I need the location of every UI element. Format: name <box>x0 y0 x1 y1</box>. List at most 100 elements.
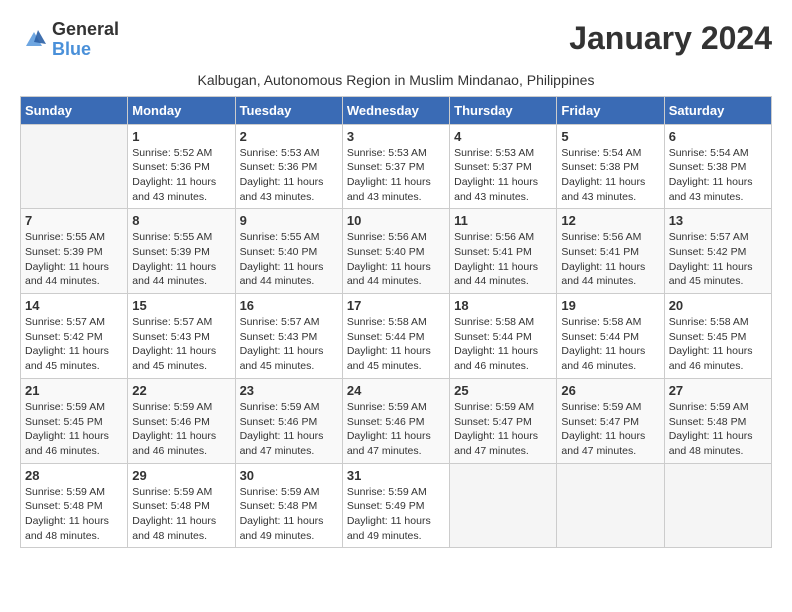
day-info: Sunrise: 5:55 AMSunset: 5:39 PMDaylight:… <box>25 230 123 289</box>
day-info: Sunrise: 5:58 AMSunset: 5:44 PMDaylight:… <box>561 315 659 374</box>
calendar-cell: 2 Sunrise: 5:53 AMSunset: 5:36 PMDaylight… <box>235 124 342 209</box>
column-header-wednesday: Wednesday <box>342 96 449 124</box>
calendar-cell: 8 Sunrise: 5:55 AMSunset: 5:39 PMDaylight… <box>128 209 235 294</box>
column-header-saturday: Saturday <box>664 96 771 124</box>
column-header-tuesday: Tuesday <box>235 96 342 124</box>
day-info: Sunrise: 5:54 AMSunset: 5:38 PMDaylight:… <box>669 146 767 205</box>
day-info: Sunrise: 5:59 AMSunset: 5:46 PMDaylight:… <box>240 400 338 459</box>
day-info: Sunrise: 5:54 AMSunset: 5:38 PMDaylight:… <box>561 146 659 205</box>
day-number: 30 <box>240 468 338 483</box>
column-header-thursday: Thursday <box>450 96 557 124</box>
day-info: Sunrise: 5:56 AMSunset: 5:40 PMDaylight:… <box>347 230 445 289</box>
calendar-title: January 2024 <box>569 20 772 57</box>
day-info: Sunrise: 5:55 AMSunset: 5:40 PMDaylight:… <box>240 230 338 289</box>
calendar-cell: 6 Sunrise: 5:54 AMSunset: 5:38 PMDaylight… <box>664 124 771 209</box>
calendar-cell: 12 Sunrise: 5:56 AMSunset: 5:41 PMDayligh… <box>557 209 664 294</box>
calendar-cell: 26 Sunrise: 5:59 AMSunset: 5:47 PMDayligh… <box>557 378 664 463</box>
day-number: 11 <box>454 213 552 228</box>
day-info: Sunrise: 5:57 AMSunset: 5:42 PMDaylight:… <box>25 315 123 374</box>
day-number: 24 <box>347 383 445 398</box>
day-number: 18 <box>454 298 552 313</box>
calendar-cell: 20 Sunrise: 5:58 AMSunset: 5:45 PMDayligh… <box>664 294 771 379</box>
day-number: 4 <box>454 129 552 144</box>
calendar-subtitle: Kalbugan, Autonomous Region in Muslim Mi… <box>20 72 772 88</box>
calendar-cell: 18 Sunrise: 5:58 AMSunset: 5:44 PMDayligh… <box>450 294 557 379</box>
day-number: 20 <box>669 298 767 313</box>
day-number: 7 <box>25 213 123 228</box>
day-info: Sunrise: 5:55 AMSunset: 5:39 PMDaylight:… <box>132 230 230 289</box>
day-number: 29 <box>132 468 230 483</box>
logo-line2: Blue <box>52 40 119 60</box>
calendar-cell: 27 Sunrise: 5:59 AMSunset: 5:48 PMDayligh… <box>664 378 771 463</box>
calendar-cell: 28 Sunrise: 5:59 AMSunset: 5:48 PMDayligh… <box>21 463 128 548</box>
calendar-cell: 7 Sunrise: 5:55 AMSunset: 5:39 PMDaylight… <box>21 209 128 294</box>
calendar-cell: 9Sunrise: 5:55 AMSunset: 5:40 PMDaylight… <box>235 209 342 294</box>
calendar-cell: 29 Sunrise: 5:59 AMSunset: 5:48 PMDayligh… <box>128 463 235 548</box>
day-info: Sunrise: 5:59 AMSunset: 5:48 PMDaylight:… <box>132 485 230 544</box>
calendar-cell: 14 Sunrise: 5:57 AMSunset: 5:42 PMDayligh… <box>21 294 128 379</box>
day-info: Sunrise: 5:58 AMSunset: 5:44 PMDaylight:… <box>454 315 552 374</box>
day-info: Sunrise: 5:57 AMSunset: 5:43 PMDaylight:… <box>132 315 230 374</box>
day-number: 12 <box>561 213 659 228</box>
logo: General Blue <box>20 20 119 60</box>
column-header-sunday: Sunday <box>21 96 128 124</box>
calendar-cell: 31Sunrise: 5:59 AMSunset: 5:49 PMDayligh… <box>342 463 449 548</box>
calendar-cell: 23 Sunrise: 5:59 AMSunset: 5:46 PMDayligh… <box>235 378 342 463</box>
calendar-cell <box>557 463 664 548</box>
day-number: 15 <box>132 298 230 313</box>
day-number: 14 <box>25 298 123 313</box>
day-number: 28 <box>25 468 123 483</box>
day-info: Sunrise: 5:59 AMSunset: 5:49 PMDaylight:… <box>347 485 445 544</box>
day-number: 5 <box>561 129 659 144</box>
calendar-cell: 13 Sunrise: 5:57 AMSunset: 5:42 PMDayligh… <box>664 209 771 294</box>
logo-line1: General <box>52 20 119 40</box>
calendar-cell: 25 Sunrise: 5:59 AMSunset: 5:47 PMDayligh… <box>450 378 557 463</box>
day-info: Sunrise: 5:56 AMSunset: 5:41 PMDaylight:… <box>561 230 659 289</box>
day-number: 25 <box>454 383 552 398</box>
day-info: Sunrise: 5:58 AMSunset: 5:45 PMDaylight:… <box>669 315 767 374</box>
day-info: Sunrise: 5:57 AMSunset: 5:42 PMDaylight:… <box>669 230 767 289</box>
day-info: Sunrise: 5:56 AMSunset: 5:41 PMDaylight:… <box>454 230 552 289</box>
day-number: 21 <box>25 383 123 398</box>
calendar-cell: 30 Sunrise: 5:59 AMSunset: 5:48 PMDayligh… <box>235 463 342 548</box>
day-info: Sunrise: 5:59 AMSunset: 5:46 PMDaylight:… <box>347 400 445 459</box>
calendar-cell: 3 Sunrise: 5:53 AMSunset: 5:37 PMDaylight… <box>342 124 449 209</box>
calendar-cell: 19 Sunrise: 5:58 AMSunset: 5:44 PMDayligh… <box>557 294 664 379</box>
day-number: 3 <box>347 129 445 144</box>
day-number: 13 <box>669 213 767 228</box>
day-number: 23 <box>240 383 338 398</box>
calendar-cell: 16Sunrise: 5:57 AMSunset: 5:43 PMDayligh… <box>235 294 342 379</box>
day-info: Sunrise: 5:59 AMSunset: 5:47 PMDaylight:… <box>561 400 659 459</box>
calendar-cell <box>21 124 128 209</box>
calendar-cell: 1Sunrise: 5:52 AMSunset: 5:36 PMDaylight… <box>128 124 235 209</box>
day-info: Sunrise: 5:59 AMSunset: 5:48 PMDaylight:… <box>25 485 123 544</box>
day-number: 22 <box>132 383 230 398</box>
calendar-cell: 21 Sunrise: 5:59 AMSunset: 5:45 PMDayligh… <box>21 378 128 463</box>
day-info: Sunrise: 5:58 AMSunset: 5:44 PMDaylight:… <box>347 315 445 374</box>
calendar-cell: 11 Sunrise: 5:56 AMSunset: 5:41 PMDayligh… <box>450 209 557 294</box>
calendar-cell: 17 Sunrise: 5:58 AMSunset: 5:44 PMDayligh… <box>342 294 449 379</box>
calendar-cell <box>450 463 557 548</box>
day-info: Sunrise: 5:59 AMSunset: 5:48 PMDaylight:… <box>669 400 767 459</box>
calendar-cell: 24 Sunrise: 5:59 AMSunset: 5:46 PMDayligh… <box>342 378 449 463</box>
logo-icon <box>20 26 48 54</box>
calendar-cell: 5 Sunrise: 5:54 AMSunset: 5:38 PMDaylight… <box>557 124 664 209</box>
day-number: 2 <box>240 129 338 144</box>
day-info: Sunrise: 5:53 AMSunset: 5:37 PMDaylight:… <box>347 146 445 205</box>
day-info: Sunrise: 5:59 AMSunset: 5:45 PMDaylight:… <box>25 400 123 459</box>
day-number: 17 <box>347 298 445 313</box>
calendar-cell: 15 Sunrise: 5:57 AMSunset: 5:43 PMDayligh… <box>128 294 235 379</box>
calendar-cell: 4Sunrise: 5:53 AMSunset: 5:37 PMDaylight… <box>450 124 557 209</box>
day-info: Sunrise: 5:59 AMSunset: 5:48 PMDaylight:… <box>240 485 338 544</box>
day-info: Sunrise: 5:57 AMSunset: 5:43 PMDaylight:… <box>240 315 338 374</box>
day-info: Sunrise: 5:59 AMSunset: 5:47 PMDaylight:… <box>454 400 552 459</box>
day-number: 19 <box>561 298 659 313</box>
day-number: 26 <box>561 383 659 398</box>
calendar-cell <box>664 463 771 548</box>
day-number: 6 <box>669 129 767 144</box>
day-number: 8 <box>132 213 230 228</box>
day-info: Sunrise: 5:53 AMSunset: 5:36 PMDaylight:… <box>240 146 338 205</box>
column-header-monday: Monday <box>128 96 235 124</box>
calendar-cell: 22Sunrise: 5:59 AMSunset: 5:46 PMDayligh… <box>128 378 235 463</box>
day-number: 27 <box>669 383 767 398</box>
